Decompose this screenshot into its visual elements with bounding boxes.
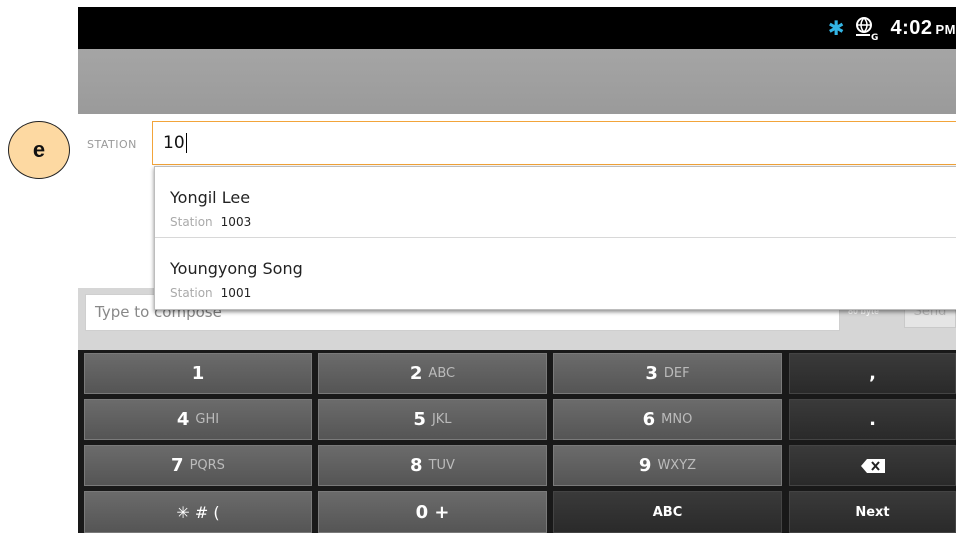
suggestion-station-number: 1003 <box>220 215 252 229</box>
station-input-value: 10 <box>163 133 185 153</box>
key-6[interactable]: 6 MNO <box>553 399 782 440</box>
suggestion-station-label: Station <box>170 215 213 229</box>
key-5[interactable]: 5 JKL <box>318 399 547 440</box>
key-abc-switch[interactable]: ABC <box>553 491 782 533</box>
key-comma[interactable]: , <box>789 353 956 394</box>
station-input[interactable]: 10 <box>152 121 956 165</box>
station-label: STATION <box>87 138 137 151</box>
device-screen: ✱ G 4:02 PM STATION 10 Yongil Lee Station… <box>78 7 956 533</box>
key-period[interactable]: . <box>789 399 956 440</box>
key-9[interactable]: 9 WXYZ <box>553 445 782 486</box>
text-cursor <box>185 133 187 153</box>
suggestion-item[interactable]: Yongil Lee Station 1003 <box>155 167 956 237</box>
key-backspace[interactable] <box>789 445 956 486</box>
svg-text:G: G <box>871 33 878 41</box>
key-3[interactable]: 3 DEF <box>553 353 782 394</box>
autocomplete-dropdown: Yongil Lee Station 1003 Youngyong Song St… <box>154 166 956 310</box>
clock: 4:02 PM <box>890 16 956 39</box>
suggestion-name: Youngyong Song <box>170 259 303 278</box>
suggestion-station-number: 1001 <box>220 286 252 300</box>
annotation-circle: e <box>8 121 70 179</box>
bluetooth-icon: ✱ <box>827 16 845 40</box>
backspace-icon <box>860 458 886 474</box>
key-8[interactable]: 8 TUV <box>318 445 547 486</box>
action-bar <box>78 49 956 114</box>
key-7[interactable]: 7 PQRS <box>84 445 312 486</box>
key-0[interactable]: 0 + <box>318 491 547 533</box>
suggestion-station-label: Station <box>170 286 213 300</box>
key-symbols[interactable]: ✳ # ( <box>84 491 312 533</box>
key-4[interactable]: 4 GHI <box>84 399 312 440</box>
key-1[interactable]: 1 <box>84 353 312 394</box>
suggestion-name: Yongil Lee <box>170 188 251 207</box>
numeric-keypad: 1 2 ABC 3 DEF , 4 GHI 5 JKL 6 MNO . 7 PQRS 8 TU… <box>78 350 956 533</box>
suggestion-item[interactable]: Youngyong Song Station 1001 <box>155 237 956 307</box>
status-bar: ✱ G 4:02 PM <box>78 7 956 49</box>
key-next[interactable]: Next <box>789 491 956 533</box>
key-2[interactable]: 2 ABC <box>318 353 547 394</box>
network-globe-icon: G <box>854 15 880 43</box>
